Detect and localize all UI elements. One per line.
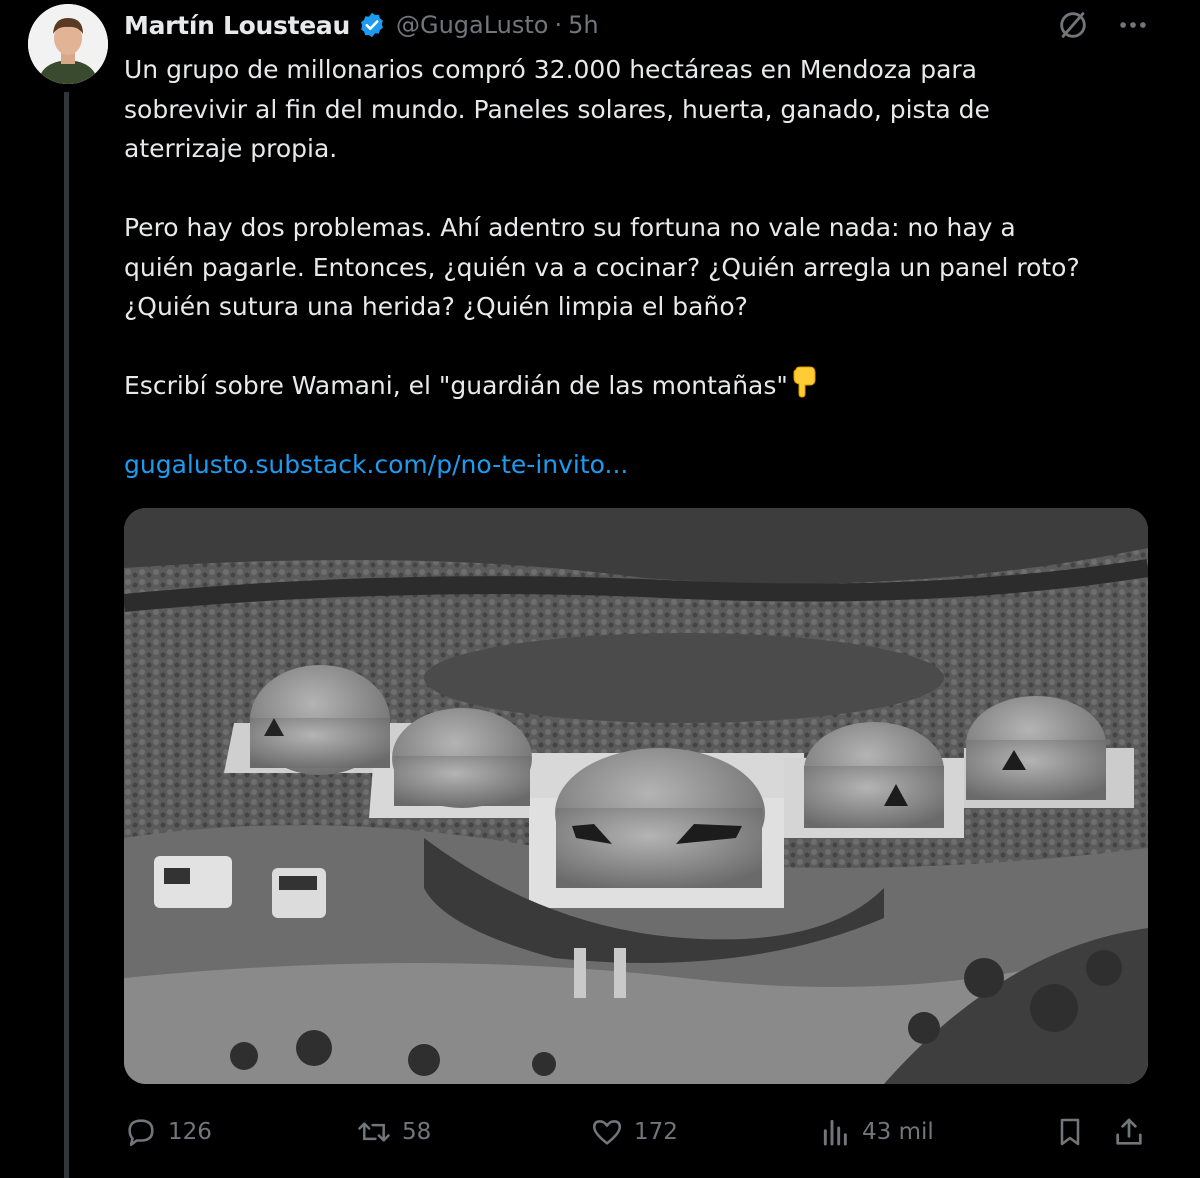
timestamp[interactable]: 5h (568, 11, 598, 39)
share-icon (1116, 1118, 1142, 1145)
author-name[interactable]: Martín Lousteau (124, 11, 350, 40)
tweet-header: Martín Lousteau @GugaLusto · 5h (124, 6, 599, 44)
tweet-text-line: Un grupo de millonarios compró 32.000 he… (124, 55, 977, 84)
tweet-text-line: sobrevivir al fin del mundo. Paneles sol… (124, 94, 990, 124)
pointing-down-emoji (793, 366, 816, 398)
verified-badge-icon (361, 12, 383, 38)
views-icon (823, 1119, 847, 1146)
views-count: 43 mil (862, 1119, 934, 1145)
retweet-count: 58 (402, 1119, 432, 1145)
tweet-text-p3: Escribí sobre Wamani, el "guardián de la… (124, 371, 788, 400)
tweet-photo[interactable] (124, 508, 1148, 1084)
like-icon (592, 1120, 622, 1145)
tweet-text-line: ¿Quién sutura una herida? ¿Quién limpia … (124, 292, 748, 321)
tweet-text-line: Pero hay dos problemas. Ahí adentro su f… (124, 213, 1016, 242)
avatar[interactable] (28, 4, 108, 84)
tweet-actions: 126 58 172 43 mil (124, 1110, 1148, 1154)
retweet-button[interactable]: 58 (356, 1110, 431, 1154)
tweet-text: Un grupo de millonarios compró 32.000 he… (124, 50, 1164, 485)
share-button[interactable] (1112, 1110, 1146, 1154)
tweet-text-line: aterrizaje propia. (124, 134, 338, 163)
bookmark-button[interactable] (1054, 1110, 1086, 1154)
reply-icon (128, 1119, 154, 1147)
reply-button[interactable]: 126 (124, 1110, 212, 1154)
more-icon[interactable] (1116, 8, 1150, 42)
bookmark-icon (1060, 1118, 1080, 1146)
article-link[interactable]: gugalusto.substack.com/p/no-te-invito... (124, 450, 628, 479)
retweet-icon (358, 1122, 390, 1142)
reply-count: 126 (168, 1119, 212, 1145)
tweet-text-line: quién pagarle. Entonces, ¿quién va a coc… (124, 252, 1080, 282)
separator-dot: · (554, 11, 563, 39)
author-handle[interactable]: @GugaLusto (396, 11, 549, 39)
tweet-top-actions (1056, 8, 1150, 42)
like-button[interactable]: 172 (590, 1110, 678, 1154)
grok-icon[interactable] (1056, 8, 1090, 42)
thread-line (64, 92, 69, 1178)
tweet[interactable]: Martín Lousteau @GugaLusto · 5h Un grupo… (0, 0, 1200, 1178)
tweet-text-line: Escribí sobre Wamani, el "guardián de la… (124, 366, 1164, 406)
views-button[interactable]: 43 mil (820, 1110, 934, 1154)
like-count: 172 (634, 1119, 678, 1145)
